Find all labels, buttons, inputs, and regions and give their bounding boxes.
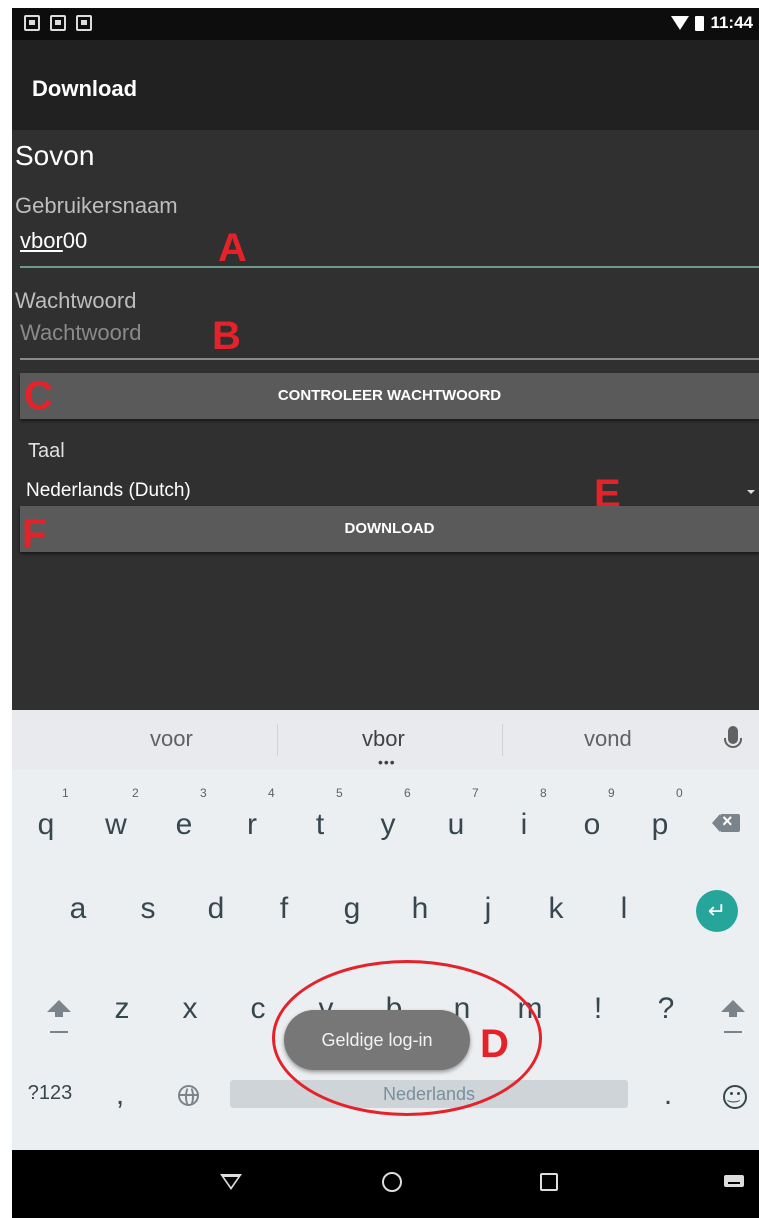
key-hint: 1 [62, 786, 69, 800]
key-k[interactable]: k [536, 892, 576, 926]
username-text: 00 [62, 228, 88, 253]
key-hint: 3 [200, 786, 207, 800]
suggestion-strip: voor vbor ••• vond [12, 710, 759, 770]
key-z[interactable]: z [102, 992, 142, 1026]
key-hint: 7 [472, 786, 479, 800]
key-r[interactable]: r [232, 808, 272, 842]
recent-apps-icon[interactable] [540, 1173, 558, 1191]
key-hint: 0 [676, 786, 683, 800]
annotation-a: A [218, 226, 247, 270]
key-e[interactable]: e [164, 808, 204, 842]
key-hint: 4 [268, 786, 275, 800]
app-toolbar: Download [12, 40, 759, 130]
annotation-f: F [22, 512, 47, 556]
symbols-key[interactable]: ?123 [22, 1082, 78, 1105]
notification-icons [24, 15, 92, 31]
key-hint: 5 [336, 786, 343, 800]
key-f[interactable]: f [264, 892, 304, 926]
key-hint: 6 [404, 786, 411, 800]
key-l[interactable]: l [604, 892, 644, 926]
key-w[interactable]: w [96, 808, 136, 842]
key-c[interactable]: c [238, 992, 278, 1026]
download-form: Sovon Gebruikersnaam vbor00 A Wachtwoord… [12, 130, 759, 710]
status-right: 11:44 [671, 13, 753, 33]
key-t[interactable]: t [300, 808, 340, 842]
back-icon[interactable] [220, 1174, 242, 1190]
key-hint: 8 [540, 786, 547, 800]
key-d[interactable]: d [196, 892, 236, 926]
annotation-d: D [480, 1022, 509, 1066]
emoji-icon[interactable] [723, 1085, 747, 1109]
key-g[interactable]: g [332, 892, 372, 926]
key-hint: 2 [132, 786, 139, 800]
check-password-button[interactable]: CONTROLEER WACHTWOORD [20, 373, 759, 419]
language-label: Taal [28, 440, 65, 462]
enter-key[interactable]: ↵ [696, 890, 738, 932]
comma-key[interactable]: , [100, 1078, 140, 1112]
suggestion-vbor[interactable]: vbor [362, 726, 405, 752]
key-a[interactable]: a [58, 892, 98, 926]
wifi-icon [671, 16, 690, 30]
key-exclamation[interactable]: ! [578, 992, 618, 1026]
password-field[interactable] [20, 320, 320, 346]
key-x[interactable]: x [170, 992, 210, 1026]
password-label: Wachtwoord [15, 288, 137, 313]
key-s[interactable]: s [128, 892, 168, 926]
key-u[interactable]: u [436, 808, 476, 842]
key-y[interactable]: y [368, 808, 408, 842]
key-i[interactable]: i [504, 808, 544, 842]
navigation-bar [12, 1150, 759, 1218]
image-icon [50, 15, 66, 31]
period-key[interactable]: . [648, 1078, 688, 1112]
language-value: Nederlands (Dutch) [26, 480, 191, 501]
shift-left-icon[interactable] [44, 998, 74, 1034]
key-h[interactable]: h [400, 892, 440, 926]
dropdown-arrow-icon [747, 490, 755, 494]
username-field[interactable]: vbor00 [20, 228, 87, 254]
suggestion-divider [277, 724, 278, 756]
section-title: Sovon [15, 140, 95, 171]
key-j[interactable]: j [468, 892, 508, 926]
shift-right-icon[interactable] [718, 998, 748, 1034]
suggestion-vond[interactable]: vond [584, 726, 632, 752]
password-underline [20, 358, 759, 360]
status-bar: 11:44 [12, 8, 759, 40]
annotation-b: B [212, 314, 241, 358]
backspace-icon[interactable] [712, 811, 740, 832]
more-suggestions-icon[interactable]: ••• [378, 754, 396, 770]
key-q[interactable]: q [26, 808, 66, 842]
home-icon[interactable] [382, 1172, 402, 1192]
key-o[interactable]: o [572, 808, 612, 842]
page-title: Download [32, 76, 138, 101]
suggestion-voor[interactable]: voor [150, 726, 193, 752]
username-label: Gebruikersnaam [15, 193, 178, 218]
key-p[interactable]: p [640, 808, 680, 842]
language-select[interactable]: Nederlands (Dutch) [26, 480, 759, 508]
username-underline [20, 266, 759, 268]
key-hint: 9 [608, 786, 615, 800]
download-button[interactable]: DOWNLOAD [20, 506, 759, 552]
globe-icon[interactable] [178, 1085, 199, 1107]
battery-icon [695, 15, 705, 31]
annotation-c: C [24, 374, 53, 418]
microphone-icon[interactable] [724, 726, 742, 748]
suggestion-divider [502, 724, 503, 756]
gmail-icon [24, 15, 40, 31]
download-notification-icon [76, 15, 92, 31]
keyboard-switch-icon[interactable] [724, 1175, 744, 1187]
clock: 11:44 [710, 13, 753, 32]
key-question[interactable]: ? [646, 992, 686, 1026]
username-composing-text: vbor [20, 228, 63, 253]
